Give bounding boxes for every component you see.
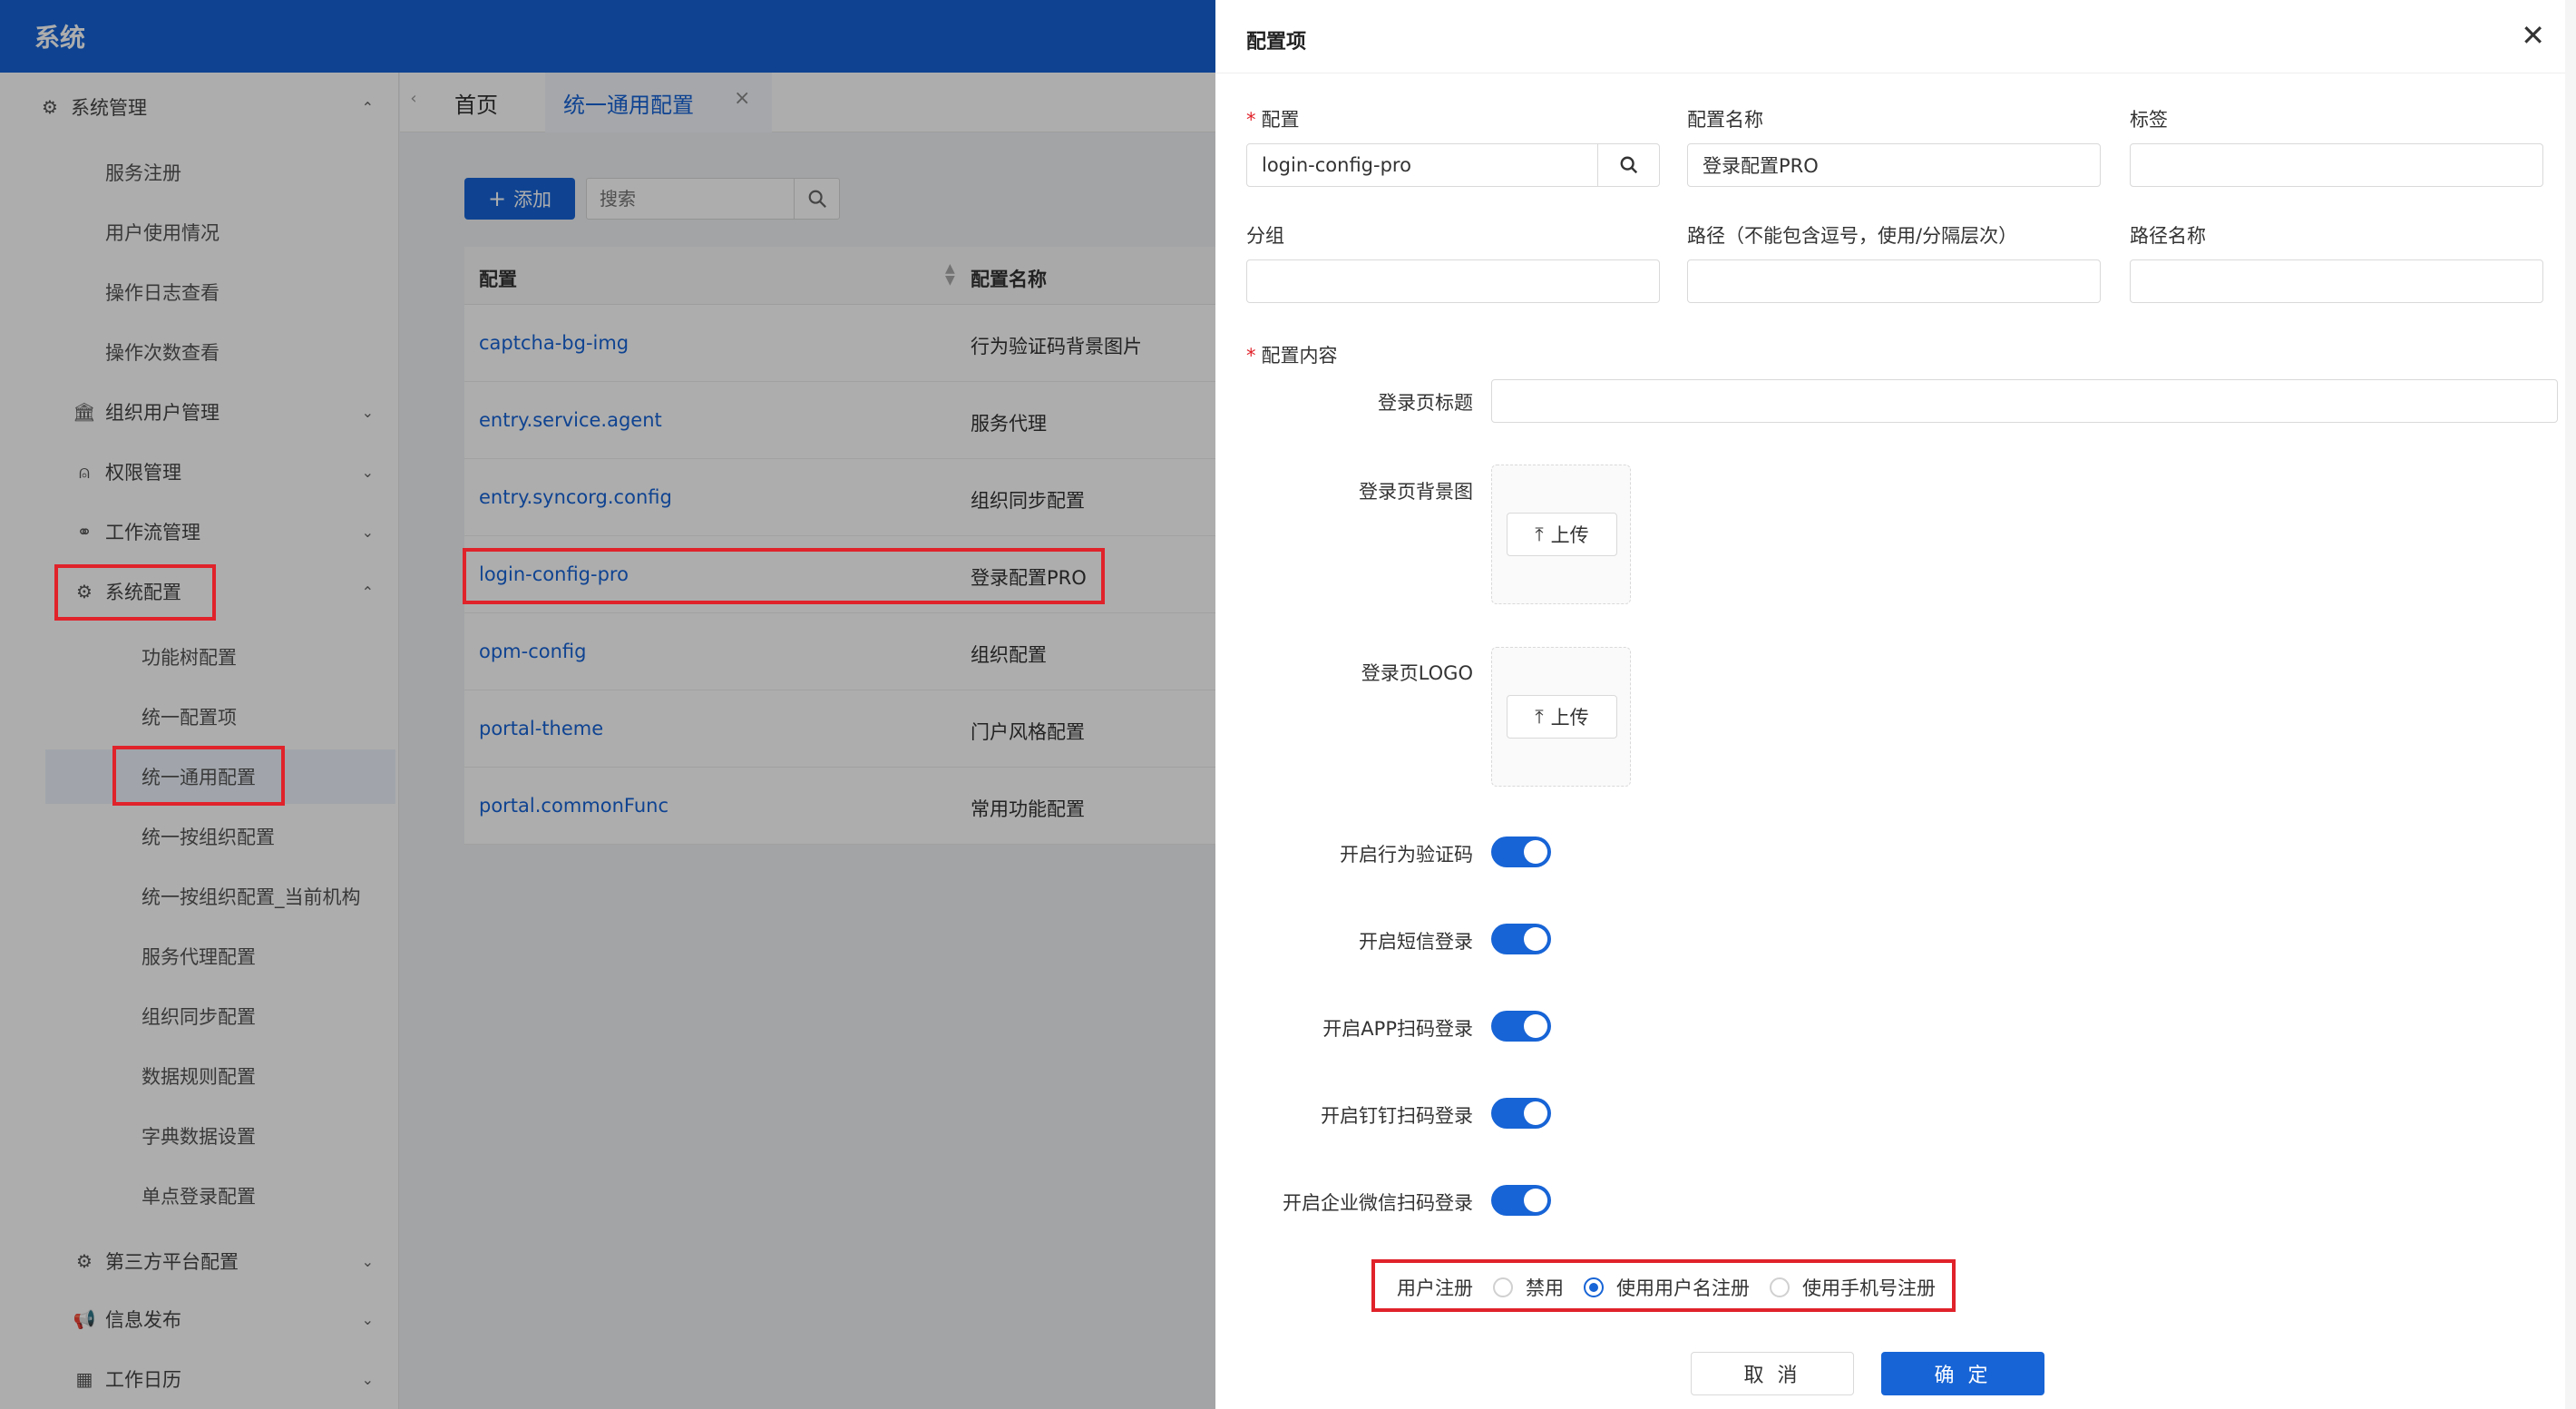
path-label: 路径（不能包含逗号，使用/分隔层次） xyxy=(1687,225,2018,247)
config-name-input[interactable] xyxy=(1688,144,2100,186)
switch-label: 开启行为验证码 xyxy=(1340,844,1473,866)
captcha-switch[interactable] xyxy=(1491,837,1551,867)
login-title-field xyxy=(1491,379,2558,423)
upload-button[interactable]: ⤒ 上传 xyxy=(1507,513,1617,556)
login-title-input[interactable] xyxy=(1492,380,2557,422)
tag-field xyxy=(2130,143,2543,187)
path-name-field xyxy=(2130,259,2543,303)
path-name-label: 路径名称 xyxy=(2130,225,2206,247)
config-name-field xyxy=(1687,143,2101,187)
highlight-box-system-config xyxy=(54,564,216,621)
login-title-label: 登录页标题 xyxy=(1378,392,1473,414)
tag-label: 标签 xyxy=(2130,109,2168,131)
switch-label: 开启企业微信扫码登录 xyxy=(1283,1192,1473,1214)
login-logo-label: 登录页LOGO xyxy=(1361,662,1473,684)
group-field xyxy=(1246,259,1660,303)
sms-login-switch[interactable] xyxy=(1491,924,1551,954)
path-name-input[interactable] xyxy=(2131,260,2542,302)
search-icon[interactable] xyxy=(1597,144,1659,186)
config-drawer: 配置项 ✕ *配置 配置名称 标签 分组 路径（不能包含逗号，使用/分隔层次） … xyxy=(1215,0,2576,1409)
drawer-title: 配置项 xyxy=(1246,31,1307,54)
path-field xyxy=(1687,259,2101,303)
modal-mask[interactable] xyxy=(0,0,1215,1409)
highlight-box-login-config-row xyxy=(463,548,1105,604)
group-input[interactable] xyxy=(1247,260,1659,302)
group-label: 分组 xyxy=(1246,225,1284,247)
switch-label: 开启钉钉扫码登录 xyxy=(1321,1105,1473,1127)
login-logo-upload-card: ⤒ 上传 xyxy=(1491,647,1631,787)
login-bg-upload-card: ⤒ 上传 xyxy=(1491,465,1631,604)
config-name-label: 配置名称 xyxy=(1687,109,1763,131)
scrollbar[interactable] xyxy=(2565,0,2576,1409)
config-label: * 配置 xyxy=(1246,109,1300,131)
path-input[interactable] xyxy=(1688,260,2100,302)
app-scan-login-switch[interactable] xyxy=(1491,1011,1551,1042)
highlight-box-user-register xyxy=(1371,1259,1956,1312)
upload-icon: ⤒ xyxy=(1535,523,1544,545)
wecom-scan-login-switch[interactable] xyxy=(1491,1185,1551,1216)
required-mark: * xyxy=(1246,109,1256,131)
switch-label: 开启短信登录 xyxy=(1359,931,1473,953)
config-input[interactable] xyxy=(1247,144,1597,186)
highlight-box-unified-general-config xyxy=(112,746,285,806)
dingtalk-scan-login-switch[interactable] xyxy=(1491,1098,1551,1129)
cancel-button[interactable]: 取 消 xyxy=(1691,1352,1854,1395)
tag-input[interactable] xyxy=(2131,144,2542,186)
close-icon[interactable]: ✕ xyxy=(2521,18,2545,53)
config-content-label: * 配置内容 xyxy=(1246,345,1338,367)
upload-icon: ⤒ xyxy=(1535,705,1544,728)
upload-button[interactable]: ⤒ 上传 xyxy=(1507,695,1617,739)
confirm-button[interactable]: 确 定 xyxy=(1881,1352,2044,1395)
config-field xyxy=(1246,143,1660,187)
login-bg-label: 登录页背景图 xyxy=(1359,481,1473,503)
switch-label: 开启APP扫码登录 xyxy=(1322,1018,1473,1040)
